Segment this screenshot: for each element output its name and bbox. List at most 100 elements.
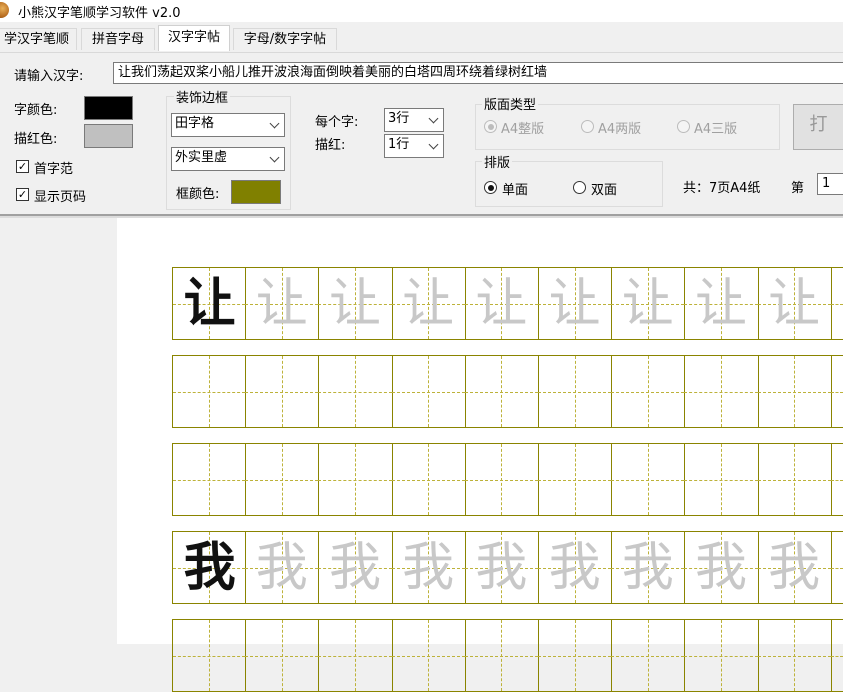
grid-cell bbox=[245, 619, 320, 692]
grid-guide-horizontal bbox=[611, 479, 685, 481]
grid-cell: 我 bbox=[538, 531, 613, 604]
grid-guide-horizontal bbox=[611, 655, 685, 657]
grid-cell bbox=[245, 443, 320, 516]
typeset-title: 排版 bbox=[482, 152, 513, 171]
rows-per-char-select[interactable]: 3行 bbox=[384, 108, 444, 132]
grid-cell: 让 bbox=[538, 267, 613, 340]
trace-character: 让 bbox=[548, 274, 601, 334]
grid-cell bbox=[684, 355, 759, 428]
trace-character: 我 bbox=[548, 538, 601, 598]
tab-stroke-order[interactable]: 学汉字笔顺 bbox=[0, 28, 77, 50]
grid-guide-horizontal bbox=[391, 391, 465, 393]
grid-guide-horizontal bbox=[391, 655, 465, 657]
grid-cell bbox=[830, 619, 843, 692]
grid-guide-horizontal bbox=[757, 655, 831, 657]
trace-character: 我 bbox=[831, 532, 843, 603]
grid-cell bbox=[611, 619, 686, 692]
goto-page-input[interactable]: 1 bbox=[817, 173, 843, 195]
layout-type-title: 版面类型 bbox=[482, 94, 539, 113]
radio-single-side-label: 单面 bbox=[502, 183, 529, 198]
radio-dot-icon bbox=[484, 181, 497, 194]
trace-character: 让 bbox=[831, 268, 843, 339]
radio-a4-three[interactable]: A4三版 bbox=[677, 118, 767, 137]
trace-character: 我 bbox=[694, 538, 747, 598]
grid-cell bbox=[391, 619, 466, 692]
trace-rows-label: 描红: bbox=[315, 138, 346, 153]
trace-character: 让 bbox=[328, 274, 381, 334]
goto-page-label: 第 bbox=[791, 181, 805, 196]
example-character: 让 bbox=[183, 273, 236, 334]
trace-rows-select[interactable]: 1行 bbox=[384, 134, 444, 158]
first-char-example-label: 首字范 bbox=[34, 162, 74, 177]
show-page-number-label: 显示页码 bbox=[34, 190, 87, 205]
grid-cell bbox=[391, 443, 466, 516]
grid-type-select[interactable]: 田字格 bbox=[171, 113, 285, 137]
grid-cell bbox=[684, 619, 759, 692]
grid-cell bbox=[830, 355, 843, 428]
grid-cell bbox=[538, 443, 613, 516]
radio-a4-two[interactable]: A4两版 bbox=[581, 118, 671, 137]
checkmark-icon: ✓ bbox=[16, 160, 29, 173]
trace-character: 我 bbox=[621, 538, 674, 598]
radio-single-side[interactable]: 单面 bbox=[484, 179, 554, 198]
grid-cell: 让 bbox=[318, 267, 393, 340]
char-color-label: 字颜色: bbox=[14, 103, 58, 118]
grid-guide-horizontal bbox=[318, 479, 392, 481]
grid-cell bbox=[172, 443, 247, 516]
trace-color-swatch[interactable] bbox=[84, 124, 133, 148]
radio-dot-icon bbox=[677, 120, 690, 133]
grid-guide-horizontal bbox=[245, 479, 319, 481]
grid-cell bbox=[538, 619, 613, 692]
grid-guide-horizontal bbox=[245, 391, 319, 393]
example-character: 我 bbox=[183, 537, 236, 598]
grid-cell: 我 bbox=[611, 531, 686, 604]
grid-cell: 我 bbox=[757, 531, 832, 604]
chevron-down-icon bbox=[428, 113, 439, 124]
grid-cell: 让 bbox=[757, 267, 832, 340]
grid-guide-horizontal bbox=[684, 479, 758, 481]
bear-app-icon bbox=[0, 2, 9, 18]
grid-guide-horizontal bbox=[757, 391, 831, 393]
grid-cell bbox=[464, 355, 539, 428]
radio-a4-three-label: A4三版 bbox=[694, 122, 738, 137]
window-title: 小熊汉字笔顺学习软件 v2.0 bbox=[18, 6, 181, 21]
grid-cell bbox=[318, 355, 393, 428]
grid-guide-horizontal bbox=[830, 655, 843, 657]
show-page-number-checkbox[interactable]: ✓ 显示页码 bbox=[16, 186, 146, 206]
frame-color-label: 框颜色: bbox=[176, 187, 220, 202]
tab-letter-number-copybook[interactable]: 字母/数字字帖 bbox=[233, 28, 337, 50]
grid-cell bbox=[611, 443, 686, 516]
tab-pinyin[interactable]: 拼音字母 bbox=[81, 28, 155, 50]
trace-character: 我 bbox=[475, 538, 528, 598]
grid-guide-horizontal bbox=[464, 391, 538, 393]
grid-guide-horizontal bbox=[830, 479, 843, 481]
grid-cell: 我 bbox=[391, 531, 466, 604]
grid-guide-horizontal bbox=[757, 479, 831, 481]
grid-guide-horizontal bbox=[245, 655, 319, 657]
chevron-down-icon bbox=[269, 152, 280, 163]
hanzi-input[interactable]: 让我们荡起双桨小船儿推开波浪海面倒映着美丽的白塔四周环绕着绿树红墙 bbox=[113, 62, 843, 84]
grid-cell bbox=[757, 355, 832, 428]
grid-type-value: 田字格 bbox=[175, 116, 215, 131]
rows-per-char-value: 3行 bbox=[388, 111, 410, 126]
grid-guide-horizontal bbox=[830, 391, 843, 393]
grid-guide-horizontal bbox=[173, 391, 246, 393]
border-style-select[interactable]: 外实里虚 bbox=[171, 147, 285, 171]
print-button[interactable]: 打 bbox=[793, 104, 843, 150]
grid-cell: 我 bbox=[464, 531, 539, 604]
tab-hanzi-copybook[interactable]: 汉字字帖 bbox=[158, 25, 230, 51]
first-char-example-checkbox[interactable]: ✓ 首字范 bbox=[16, 158, 146, 178]
trace-character: 让 bbox=[475, 274, 528, 334]
grid-cell: 我 bbox=[830, 531, 843, 604]
grid-cell bbox=[464, 443, 539, 516]
title-bar: 小熊汉字笔顺学习软件 v2.0 bbox=[0, 0, 843, 22]
total-pages: 共：7页A4纸 bbox=[683, 181, 761, 196]
grid-cell: 我 bbox=[172, 531, 247, 604]
radio-a4-full[interactable]: A4整版 bbox=[484, 118, 579, 137]
radio-double-side[interactable]: 双面 bbox=[573, 179, 643, 198]
chevron-down-icon bbox=[269, 118, 280, 129]
frame-color-swatch[interactable] bbox=[231, 180, 281, 204]
grid-cell: 让 bbox=[172, 267, 247, 340]
grid-cell bbox=[684, 443, 759, 516]
char-color-swatch[interactable] bbox=[84, 96, 133, 120]
